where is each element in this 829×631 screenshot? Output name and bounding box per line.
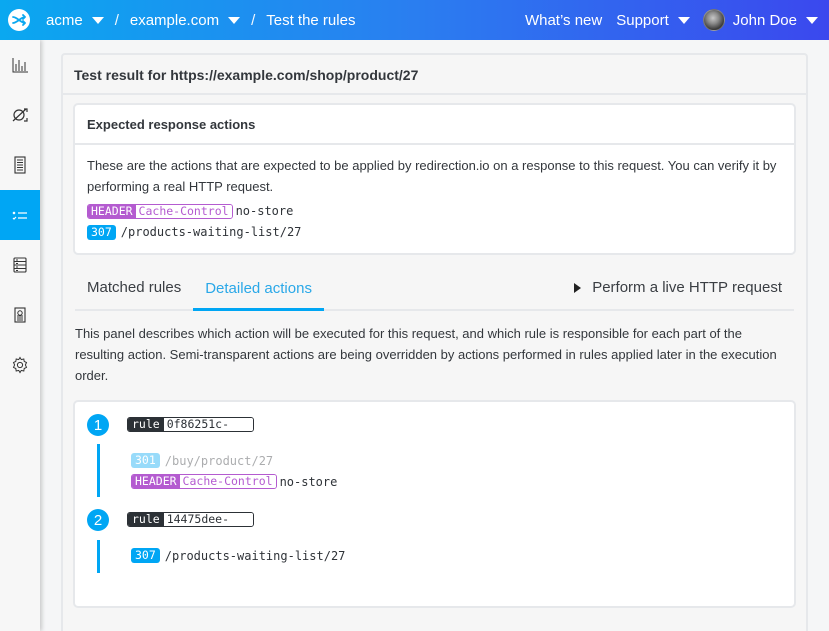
status-badge: 307 [87, 225, 116, 240]
live-http-request-label: Perform a live HTTP request [592, 279, 782, 296]
redirect-action-overridden: 301 /buy/product/27 [131, 450, 337, 471]
project-name: example.com [129, 11, 220, 29]
certificate-icon [14, 307, 26, 323]
document-list-icon [14, 156, 26, 174]
header-value: no-store [235, 204, 294, 218]
status-badge: 301 [131, 453, 160, 468]
expected-actions-description: These are the actions that are expected … [87, 158, 777, 194]
step-number: 2 [87, 509, 109, 531]
org-name: acme [46, 11, 83, 29]
org-selector[interactable]: acme [46, 12, 104, 29]
header-badge: HEADER Cache-Control [131, 474, 277, 489]
test-result-title: Test result for https://example.com/shop… [63, 55, 806, 95]
status-badge: 307 [131, 548, 160, 563]
redirection-logo-icon[interactable] [8, 9, 30, 31]
user-name: John Doe [732, 11, 797, 29]
header-badge-name: Cache-Control [179, 475, 276, 488]
page-title: Test the rules [266, 11, 356, 29]
sidebar-item-instances[interactable] [0, 240, 40, 290]
chevron-down-icon [228, 16, 241, 24]
rule-id: 0f86251c-ca17-4b30-bff0-03c8813df5d9 [163, 418, 253, 431]
whats-new-link[interactable]: What’s new [525, 12, 602, 29]
tab-matched-rules[interactable]: Matched rules [75, 279, 193, 309]
chevron-down-icon [91, 16, 104, 24]
sidebar-item-rules[interactable] [0, 190, 40, 240]
bar-chart-icon [12, 58, 28, 73]
header-value: no-store [279, 474, 338, 489]
play-icon [574, 282, 582, 293]
redirect-target: /products-waiting-list/27 [164, 548, 346, 563]
step-actions: 301 /buy/product/27 HEADER Cache-Control… [131, 450, 337, 492]
expected-actions-title: Expected response actions [75, 105, 794, 145]
redirect-target: /products-waiting-list/27 [120, 225, 302, 239]
step-connector [97, 540, 100, 573]
rule-badge-label: rule [128, 513, 164, 526]
rule-badge[interactable]: rule 0f86251c-ca17-4b30-bff0-03c8813df5d… [127, 417, 254, 432]
rule-id: 14475dee-1c24-4cc6-a983-7bdef09db6f9 [163, 513, 253, 526]
result-tabs: Matched rules Detailed actions Perform a… [75, 265, 794, 311]
sidebar-item-analytics[interactable] [0, 40, 40, 90]
expected-actions-card: Expected response actions These are the … [73, 103, 796, 255]
rule-badge[interactable]: rule 14475dee-1c24-4cc6-a983-7bdef09db6f… [127, 512, 254, 527]
support-menu[interactable]: Support [616, 12, 690, 29]
redirect-action: 307 /products-waiting-list/27 [131, 545, 345, 566]
chevron-down-icon [677, 16, 690, 24]
gear-icon [12, 356, 28, 374]
support-label: Support [616, 11, 669, 29]
step-actions: 307 /products-waiting-list/27 [131, 545, 345, 566]
project-selector[interactable]: example.com [129, 11, 241, 29]
rule-badge-label: rule [128, 418, 164, 431]
step-number: 1 [87, 414, 109, 436]
sidebar-item-logs[interactable] [0, 140, 40, 190]
shuffle-arrows-icon [12, 108, 28, 122]
header-badge-type: HEADER [132, 475, 180, 488]
sidebar [0, 40, 40, 631]
test-result-card: Test result for https://example.com/shop… [61, 53, 808, 631]
redirect-target: /buy/product/27 [164, 453, 274, 468]
breadcrumb-separator: / [114, 11, 119, 29]
header-badge: HEADER Cache-Control [87, 204, 233, 219]
live-http-request-button[interactable]: Perform a live HTTP request [574, 279, 794, 309]
tab-detailed-actions[interactable]: Detailed actions [193, 280, 324, 311]
breadcrumb-separator: / [251, 11, 256, 29]
top-navbar: acme / example.com / Test the rules What… [0, 0, 829, 40]
checklist-icon [12, 211, 27, 220]
chevron-down-icon [806, 16, 818, 24]
redirect-action: 307 /products-waiting-list/27 [87, 222, 782, 243]
avatar [702, 9, 725, 31]
server-icon [13, 257, 27, 273]
header-badge-name: Cache-Control [135, 205, 232, 218]
sidebar-item-settings[interactable] [0, 340, 40, 390]
header-action: HEADER Cache-Control no-store [131, 471, 337, 492]
step-connector [97, 444, 100, 497]
panel-description: This panel describes which action will b… [75, 326, 777, 383]
header-badge-type: HEADER [88, 205, 136, 218]
user-menu[interactable]: John Doe [702, 9, 818, 31]
detailed-actions-list: 1 rule 0f86251c-ca17-4b30-bff0-03c8813df… [73, 400, 796, 608]
sidebar-item-certificates[interactable] [0, 290, 40, 340]
header-action: HEADER Cache-Control no-store [87, 201, 782, 222]
sidebar-item-traffic[interactable] [0, 90, 40, 140]
